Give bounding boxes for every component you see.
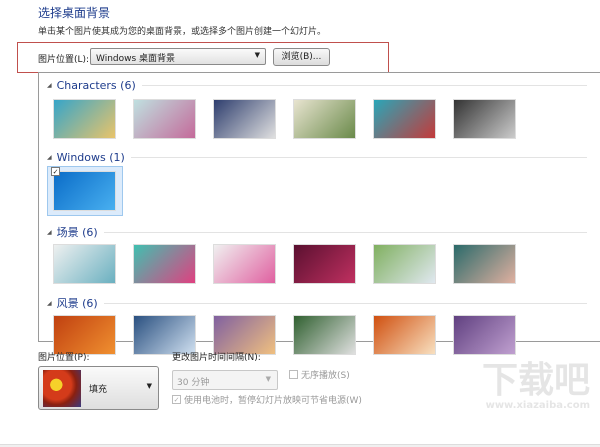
wallpaper-thumbnail[interactable] [53,171,116,211]
wallpaper-thumbnail[interactable] [293,99,356,139]
wallpaper-thumbnail[interactable] [213,244,276,284]
battery-label: 使用电池时，暂停幻灯片放映可节省电源(W) [184,396,362,406]
wallpaper-thumbnail[interactable] [213,315,276,355]
wallpaper-thumbnail[interactable] [373,315,436,355]
interval-dropdown[interactable]: 30 分钟 ▼ [172,370,278,390]
fill-preview-image [43,370,81,407]
wallpaper-thumbnail[interactable] [293,244,356,284]
battery-checkbox[interactable]: ✓ 使用电池时，暂停幻灯片放映可节省电源(W) [172,393,362,406]
location-dropdown[interactable]: Windows 桌面背景 ▼ [90,48,266,65]
shuffle-label: 无序播放(S) [301,371,350,381]
divider [130,157,587,158]
watermark-logo: 下载吧 www.xiazaiba.com [481,360,590,412]
checkbox-box: ✓ [172,395,181,404]
group-title: 风景 (6) [56,297,98,310]
wallpaper-thumbnail[interactable] [53,244,116,284]
group-title: Characters (6) [56,79,136,92]
wallpaper-thumbnail[interactable] [453,315,516,355]
wallpaper-thumbnail[interactable] [53,315,116,355]
page-subtitle: 单击某个图片使其成为您的桌面背景，或选择多个图片创建一个幻灯片。 [38,27,327,37]
chevron-down-icon: ▼ [146,382,152,390]
shuffle-checkbox[interactable]: 无序播放(S) [289,368,350,381]
wallpaper-thumbnail[interactable] [53,99,116,139]
location-label: 图片位置(L): [38,55,90,65]
wallpaper-thumbnail[interactable] [133,244,196,284]
wallpaper-thumbnail[interactable] [453,244,516,284]
collapse-triangle-icon[interactable]: ◢ [47,300,52,307]
wallpaper-thumbnail[interactable] [373,244,436,284]
collapse-triangle-icon[interactable]: ◢ [47,229,52,236]
wallpaper-thumbnail[interactable] [373,99,436,139]
collapse-triangle-icon[interactable]: ◢ [47,154,52,161]
position-dropdown[interactable]: 填充 ▼ [38,366,159,410]
group-header[interactable]: ◢ Windows (1) [47,151,587,164]
wallpaper-thumbnail[interactable] [133,99,196,139]
thumbnail-checkbox[interactable]: ✓ [51,167,60,176]
divider [141,85,587,86]
position-label: 图片位置(P): [38,353,90,363]
wallpaper-thumbnail[interactable] [213,99,276,139]
wallpaper-thumbnail[interactable] [133,315,196,355]
position-value: 填充 [89,385,108,395]
picture-gallery[interactable]: ◢ Characters (6) ◢ Windows (1) ✓ ◢ 场景 (6) ◢ 风景 (… [38,72,600,355]
divider [103,231,587,233]
group-header[interactable]: ◢ 风景 (6) [47,295,587,311]
divider [103,302,587,304]
group-title: Windows (1) [56,151,125,164]
checkbox-box [289,370,298,379]
chevron-down-icon: ▼ [265,375,271,383]
browse-button[interactable]: 浏览(B)... [273,48,330,66]
wallpaper-thumbnail[interactable] [453,99,516,139]
group-header[interactable]: ◢ 场景 (6) [47,224,587,240]
group-title: 场景 (6) [56,226,98,239]
wallpaper-thumbnail[interactable] [293,315,356,355]
page-title: 选择桌面背景 [38,6,111,20]
chevron-down-icon: ▼ [254,51,260,59]
interval-value: 30 分钟 [177,378,210,388]
location-value: Windows 桌面背景 [96,54,176,64]
interval-label: 更改图片时间间隔(N): [172,353,261,363]
group-header[interactable]: ◢ Characters (6) [47,79,587,92]
collapse-triangle-icon[interactable]: ◢ [47,82,52,89]
